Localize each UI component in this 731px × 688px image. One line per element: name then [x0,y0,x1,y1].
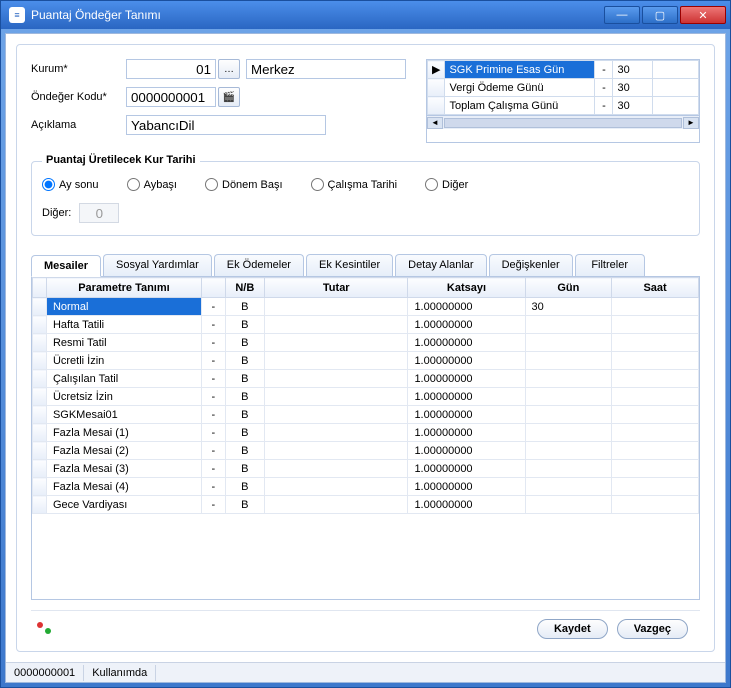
col-header[interactable]: Gün [525,278,612,298]
top-row: Kurum* … Öndeğer Kodu* 🎬 Açıklama [31,59,700,143]
col-header[interactable] [33,278,47,298]
kur-tarihi-legend: Puantaj Üretilecek Kur Tarihi [42,154,200,166]
status-bar: 0000000001 Kullanımda [6,662,725,682]
radio-1[interactable] [127,178,140,191]
col-header[interactable]: Katsayı [408,278,525,298]
scroll-right-icon[interactable]: ► [683,117,699,129]
side-grid-scrollbar[interactable]: ◄ ► [427,115,699,129]
table-row[interactable]: Fazla Mesai (2)-B1.00000000 [33,442,699,460]
cancel-button[interactable]: Vazgeç [617,619,688,639]
side-grid[interactable]: ▶SGK Primine Esas Gün-30Vergi Ödeme Günü… [426,59,700,143]
table-row[interactable]: Ücretsiz İzin-B1.00000000 [33,388,699,406]
app-window: ≡ Puantaj Öndeğer Tanımı — ▢ ✕ Kurum* … … [0,0,731,688]
radio-3[interactable] [311,178,324,191]
kur-tarihi-option[interactable]: Diğer [425,178,468,191]
table-row[interactable]: SGKMesai01-B1.00000000 [33,406,699,424]
client-area: Kurum* … Öndeğer Kodu* 🎬 Açıklama [5,33,726,683]
diger-label: Diğer: [42,207,71,219]
kur-tarihi-option[interactable]: Ay sonu [42,178,99,191]
footer-bar: Kaydet Vazgeç [31,610,700,639]
maximize-button[interactable]: ▢ [642,6,678,24]
status-code: 0000000001 [6,665,84,681]
col-header[interactable]: Tutar [265,278,408,298]
radio-4[interactable] [425,178,438,191]
kurum-label: Kurum* [31,63,126,75]
table-row[interactable]: Fazla Mesai (3)-B1.00000000 [33,460,699,478]
tabstrip: MesailerSosyal YardımlarEk ÖdemelerEk Ke… [31,254,700,276]
radio-0[interactable] [42,178,55,191]
kurum-input[interactable] [126,59,216,79]
table-row[interactable]: Fazla Mesai (1)-B1.00000000 [33,424,699,442]
col-header[interactable]: Parametre Tanımı [46,278,201,298]
left-form: Kurum* … Öndeğer Kodu* 🎬 Açıklama [31,59,406,143]
color-legend-icon[interactable] [35,620,53,638]
kurum-desc-input[interactable] [246,59,406,79]
diger-input[interactable] [79,203,119,223]
data-grid[interactable]: Parametre Tanımı N/BTutarKatsayıGünSaat N… [31,276,700,600]
tab-detay-alanlar[interactable]: Detay Alanlar [395,254,486,276]
window-buttons: — ▢ ✕ [604,6,726,24]
table-row[interactable]: Ücretli İzin-B1.00000000 [33,352,699,370]
col-header[interactable]: Saat [612,278,699,298]
kur-tarihi-radios: Ay sonu Aybaşı Dönem Başı Çalışma Tarihi Diğ… [42,178,689,191]
status-state: Kullanımda [84,665,156,681]
aciklama-input[interactable] [126,115,326,135]
ondeger-label: Öndeğer Kodu* [31,91,126,103]
table-row[interactable]: Normal-B1.0000000030 [33,298,699,316]
side-grid-row[interactable]: ▶SGK Primine Esas Gün-30 [428,61,699,79]
ondeger-input[interactable] [126,87,216,107]
close-button[interactable]: ✕ [680,6,726,24]
app-icon: ≡ [9,7,25,23]
tab-filtreler[interactable]: Filtreler [575,254,645,276]
radio-2[interactable] [205,178,218,191]
kur-tarihi-option[interactable]: Çalışma Tarihi [311,178,398,191]
col-header[interactable] [202,278,226,298]
table-row[interactable]: Resmi Tatil-B1.00000000 [33,334,699,352]
kur-tarihi-fieldset: Puantaj Üretilecek Kur Tarihi Ay sonuAyb… [31,161,700,236]
tab-sosyal-yardımlar[interactable]: Sosyal Yardımlar [103,254,212,276]
side-grid-row[interactable]: Toplam Çalışma Günü-30 [428,97,699,115]
tab-değişkenler[interactable]: Değişkenler [489,254,573,276]
window-title: Puantaj Öndeğer Tanımı [31,8,604,22]
kurum-lookup-button[interactable]: … [218,59,240,79]
minimize-button[interactable]: — [604,6,640,24]
kur-tarihi-option[interactable]: Aybaşı [127,178,177,191]
scroll-left-icon[interactable]: ◄ [427,117,443,129]
table-row[interactable]: Gece Vardiyası-B1.00000000 [33,496,699,514]
tab-ek-ödemeler[interactable]: Ek Ödemeler [214,254,304,276]
kur-tarihi-option[interactable]: Dönem Başı [205,178,283,191]
aciklama-label: Açıklama [31,119,126,131]
table-row[interactable]: Hafta Tatili-B1.00000000 [33,316,699,334]
side-grid-row[interactable]: Vergi Ödeme Günü-30 [428,79,699,97]
form-panel: Kurum* … Öndeğer Kodu* 🎬 Açıklama [16,44,715,652]
save-button[interactable]: Kaydet [537,619,608,639]
tab-ek-kesintiler[interactable]: Ek Kesintiler [306,254,393,276]
table-row[interactable]: Çalışılan Tatil-B1.00000000 [33,370,699,388]
ondeger-action-button[interactable]: 🎬 [218,87,240,107]
col-header[interactable]: N/B [225,278,265,298]
titlebar: ≡ Puantaj Öndeğer Tanımı — ▢ ✕ [1,1,730,29]
table-row[interactable]: Fazla Mesai (4)-B1.00000000 [33,478,699,496]
tab-mesailer[interactable]: Mesailer [31,255,101,277]
